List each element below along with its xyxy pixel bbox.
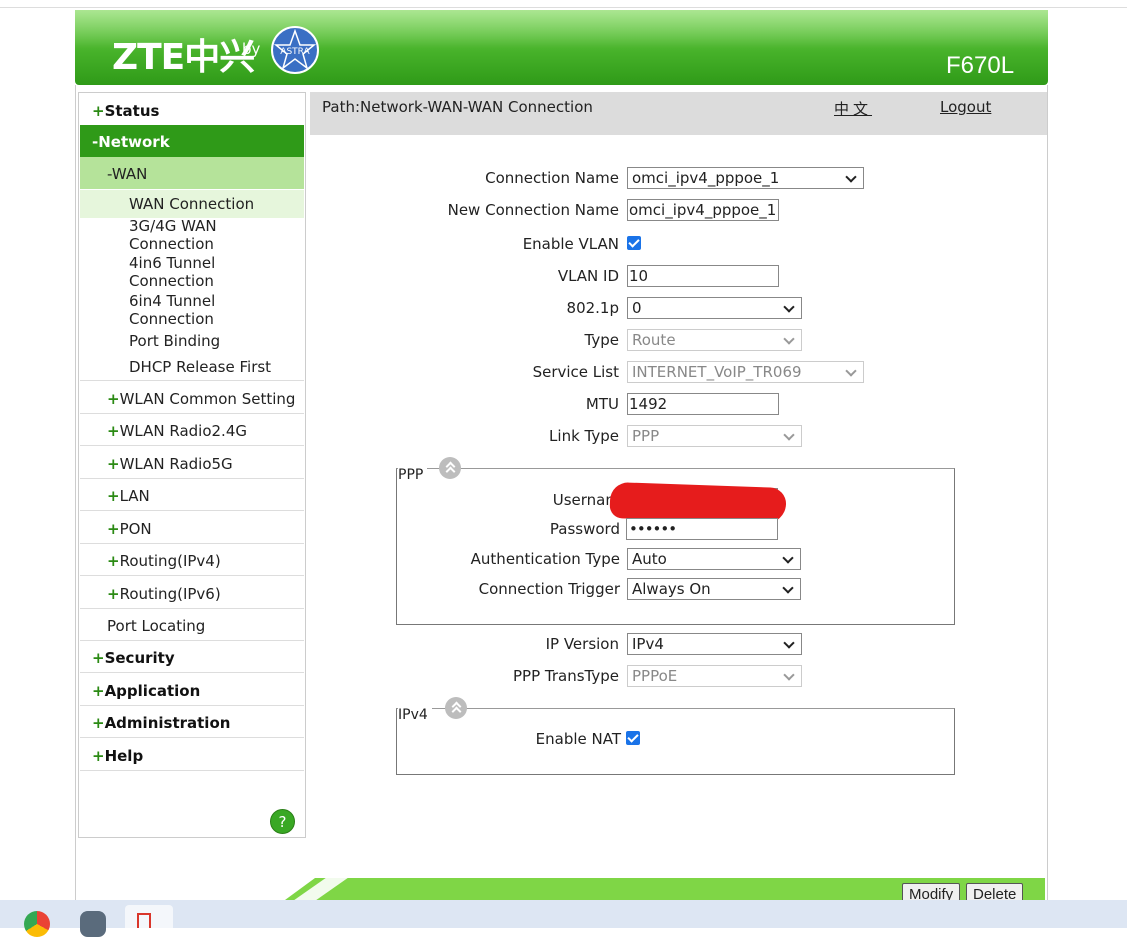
expand-icon: + [92,682,105,700]
priority-label: 802.1p [566,299,619,317]
link-type-select: PPP [627,425,802,447]
enable-vlan-checkbox[interactable] [627,236,641,250]
ip-version-label: IP Version [545,635,619,653]
nav-application[interactable]: +Application [80,674,304,706]
conn-trigger-select[interactable]: Always On [627,578,801,600]
new-connection-name-label: New Connection Name [447,201,619,219]
ppp-group-legend: PPP [398,467,428,483]
ppp-collapse-icon[interactable] [439,457,461,479]
vlan-id-input[interactable]: 10 [627,265,779,287]
conn-trigger-label: Connection Trigger [478,580,620,598]
help-icon[interactable]: ? [270,809,295,834]
top-divider [0,7,1127,8]
nav-administration[interactable]: +Administration [80,706,304,738]
document-icon [137,913,151,928]
expand-icon: + [107,422,120,440]
password-input[interactable]: •••••• [626,518,778,540]
ipv4-group [396,708,955,775]
nav-security[interactable]: +Security [80,641,304,673]
ipv4-group-legend: IPv4 [398,707,432,723]
service-list-label: Service List [532,363,619,381]
nav-wan[interactable]: -WAN [80,157,304,189]
nav-routing-ipv4[interactable]: +Routing(IPv4) [80,544,304,576]
expand-icon: + [107,455,120,473]
taskbar-active-tab[interactable] [125,905,173,928]
astra-logo-icon: ASTRA [271,26,319,74]
nav-wan-connection[interactable]: WAN Connection [80,190,304,218]
auth-type-label: Authentication Type [470,550,620,568]
nav-dhcp-release[interactable]: DHCP Release First [80,350,304,381]
expand-icon: + [107,390,120,408]
ppp-transtype-label: PPP TransType [513,667,619,685]
service-list-select: INTERNET_VoIP_TR069 [627,361,864,383]
nav-4in6-tunnel[interactable]: 4in6 Tunnel Connection [129,254,239,290]
expand-icon: + [92,102,105,120]
expand-icon: + [107,520,120,538]
nav-wlan-24[interactable]: +WLAN Radio2.4G [80,414,304,446]
expand-icon: + [92,649,105,667]
settings-gear-icon[interactable] [80,911,106,937]
frame-right-border [1047,85,1048,900]
expand-icon: + [107,552,120,570]
expand-icon: + [92,747,105,765]
link-type-label: Link Type [549,427,619,445]
nav-wlan-5[interactable]: +WLAN Radio5G [80,447,304,479]
nav-help[interactable]: +Help [80,739,304,771]
nav-pon[interactable]: +PON [80,512,304,544]
ip-version-select[interactable]: IPv4 [627,633,802,655]
nav-mobile-wan[interactable]: 3G/4G WAN Connection [129,217,239,253]
vlan-id-label: VLAN ID [557,267,619,285]
ipv4-collapse-icon[interactable] [445,697,467,719]
nav-network[interactable]: -Network [80,125,304,157]
nav-wlan-common[interactable]: +WLAN Common Setting [80,382,304,414]
nav-port-locating[interactable]: Port Locating [80,609,304,641]
mtu-label: MTU [585,395,619,413]
frame-left-border [75,85,76,900]
priority-select[interactable]: 0 [627,297,802,319]
logo-by-text: by [242,40,261,58]
nav-6in4-tunnel[interactable]: 6in4 Tunnel Connection [129,292,239,328]
enable-nat-checkbox[interactable] [626,731,640,745]
enable-vlan-label: Enable VLAN [522,235,619,253]
nav-routing-ipv6[interactable]: +Routing(IPv6) [80,577,304,609]
astra-logo-text: ASTRA [280,47,310,57]
new-connection-name-input[interactable]: omci_ipv4_pppoe_1 [627,199,779,221]
type-label: Type [584,331,619,349]
connection-name-select[interactable]: omci_ipv4_pppoe_1 [627,167,864,189]
connection-name-label: Connection Name [485,169,619,187]
expand-icon: + [107,487,120,505]
nav-lan[interactable]: +LAN [80,479,304,511]
nav-status[interactable]: +Status [80,94,304,126]
breadcrumb: Path:Network-WAN-WAN Connection [322,98,593,116]
logout-link[interactable]: Logout [940,98,991,116]
nav-port-binding[interactable]: Port Binding [129,332,220,350]
enable-nat-label: Enable NAT [535,730,621,748]
model-name: F670L [946,52,1015,79]
expand-icon: + [92,714,105,732]
language-link[interactable]: 中文 [834,98,872,119]
mtu-input[interactable]: 1492 [627,393,779,415]
auth-type-select[interactable]: Auto [627,548,801,570]
chrome-icon[interactable] [24,911,50,937]
type-select: Route [627,329,802,351]
ppp-transtype-select: PPPoE [627,665,802,687]
zte-logo: ZTE中兴 [112,37,255,78]
expand-icon: + [107,585,120,603]
password-label: Password [549,520,620,538]
